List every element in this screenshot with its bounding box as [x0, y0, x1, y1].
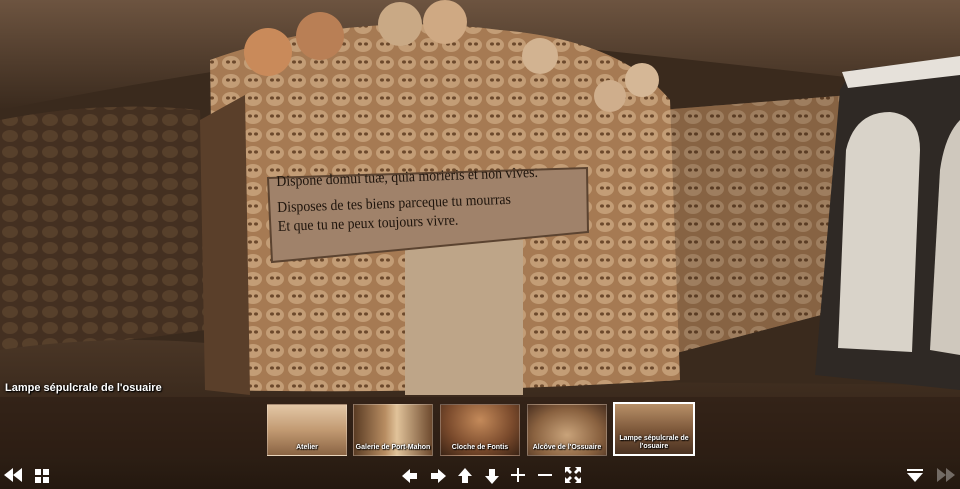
thumbnail-lampe-sepulcrale[interactable]: Lampe sépulcrale de l'osuaire	[613, 402, 695, 456]
thumbnail-label: Alcôve de l'Ossuaire	[532, 444, 602, 451]
grid-icon[interactable]	[34, 468, 50, 484]
collapse-triangle-icon[interactable]	[907, 469, 923, 485]
arrow-up-icon[interactable]	[457, 468, 473, 484]
fullscreen-icon[interactable]	[565, 467, 581, 483]
plaque: Dispone domui tuæ, quia morieris et non …	[276, 161, 588, 236]
thumbnail-alcove-ossuaire[interactable]: Alcôve de l'Ossuaire	[527, 404, 607, 456]
thumbnail-label: Atelier	[296, 444, 318, 451]
thumbnail-label: Galerie de Port-Mahon	[355, 444, 431, 451]
arrow-left-icon[interactable]	[402, 469, 418, 485]
arrow-right-icon[interactable]	[430, 469, 446, 485]
double-left-arrow-icon[interactable]	[3, 467, 23, 483]
minus-icon[interactable]	[537, 468, 553, 484]
thumbnail-label: Cloche de Fontis	[451, 444, 509, 451]
arrow-down-icon[interactable]	[484, 468, 500, 484]
thumbnail-atelier[interactable]: Atelier	[267, 404, 347, 456]
current-scene-title: Lampe sépulcrale de l'osuaire	[5, 382, 162, 394]
thumbnail-cloche-de-fontis[interactable]: Cloche de Fontis	[440, 404, 520, 456]
thumbnail-label: Lampe sépulcrale de l'osuaire	[619, 435, 689, 450]
thumbnail-galerie-port-mahon[interactable]: Galerie de Port-Mahon	[353, 404, 433, 456]
double-right-arrow-icon[interactable]	[936, 467, 956, 483]
plus-icon[interactable]	[510, 468, 526, 484]
panorama-viewer[interactable]: Dispone domui tuæ, quia morieris et non …	[0, 0, 960, 489]
